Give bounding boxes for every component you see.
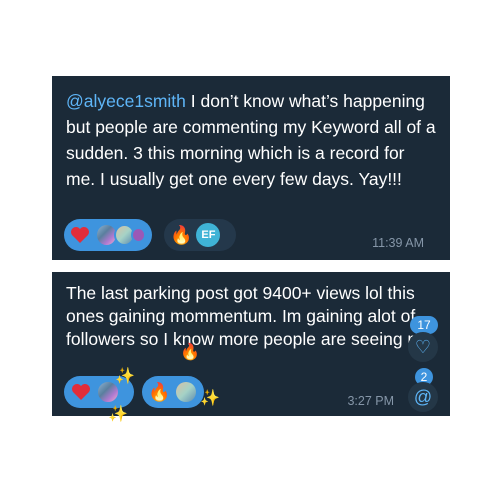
message-time-1: 11:39 AM — [372, 236, 424, 250]
unread-reactions-button[interactable]: ♡ — [408, 332, 438, 362]
sparkle-sticker-icon: ✨ — [115, 368, 135, 385]
fire-icon: 🔥 — [148, 382, 171, 402]
reactor-avatar — [174, 380, 198, 404]
at-sign-icon: @ — [413, 386, 433, 407]
fire-reaction-pill-1[interactable]: 🔥 EF — [164, 219, 236, 251]
sparkle-sticker-icon: ✨ — [108, 406, 128, 423]
reactor-initials-badge: EF — [196, 223, 221, 247]
heart-reaction-pill-1[interactable] — [64, 219, 152, 251]
heart-outline-icon: ♡ — [414, 336, 432, 357]
flame-sticker-icon: 🔥 — [180, 344, 200, 361]
heart-icon — [70, 224, 91, 246]
message-text-1: @alyece1smith I don’t know what’s happen… — [66, 88, 436, 192]
unread-mentions-button[interactable]: @ — [408, 382, 438, 412]
reactor-avatar-small — [130, 227, 146, 243]
mention-link[interactable]: @alyece1smith — [66, 91, 186, 111]
message-bubble-1: @alyece1smith I don’t know what’s happen… — [52, 76, 450, 260]
fire-reaction-pill-2[interactable]: 🔥 — [142, 376, 204, 408]
message-bubble-2: The last parking post got 9400+ views lo… — [52, 272, 450, 416]
heart-icon — [70, 381, 92, 403]
message-text-2: The last parking post got 9400+ views lo… — [66, 283, 432, 349]
message-time-2: 3:27 PM — [347, 394, 394, 408]
fire-icon: 🔥 — [170, 225, 193, 245]
sparkle-sticker-icon: ✨ — [200, 390, 220, 407]
